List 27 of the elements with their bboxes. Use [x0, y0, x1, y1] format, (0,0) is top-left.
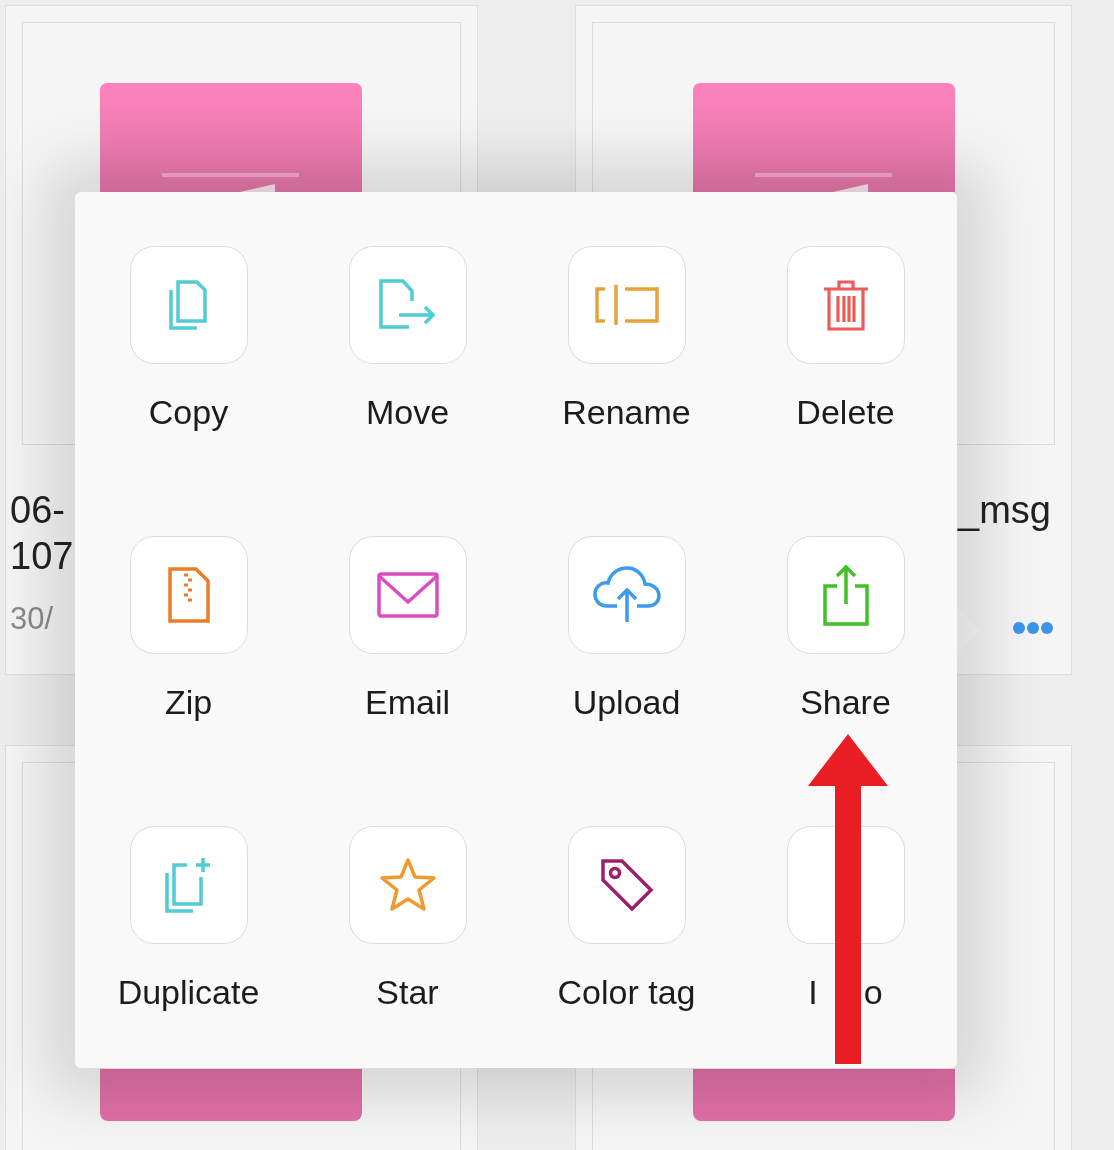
file-date: 30/ — [10, 601, 55, 637]
text-cursor-icon — [594, 284, 659, 326]
file-arrow-icon — [378, 279, 437, 331]
action-button[interactable]: Share — [736, 536, 955, 826]
action-button[interactable]: Color tag — [517, 826, 736, 1116]
trash-icon — [822, 279, 869, 331]
action-button[interactable]: Copy — [79, 246, 298, 536]
action-button[interactable]: Zip — [79, 536, 298, 826]
action-button[interactable]: Upload — [517, 536, 736, 826]
file-name: 107 — [10, 534, 75, 579]
action-button[interactable]: Duplicate — [79, 826, 298, 1116]
action-button[interactable]: Rename — [517, 246, 736, 536]
tag-icon — [599, 858, 654, 912]
action-button[interactable]: Star — [298, 826, 517, 1116]
zip-file-icon — [167, 567, 210, 623]
star-icon — [378, 857, 437, 913]
file-name: _msg — [956, 488, 1051, 533]
action-button[interactable]: Delete — [736, 246, 955, 536]
share-icon — [822, 564, 869, 626]
email-icon — [376, 572, 439, 618]
duplicate-icon — [164, 857, 213, 913]
file-name: 06- — [10, 488, 66, 533]
action-button[interactable]: Email — [298, 536, 517, 826]
copy-icon — [168, 280, 209, 330]
cloud-upload-icon — [592, 566, 661, 624]
more-icon[interactable] — [1012, 621, 1054, 635]
action-button[interactable]: Move — [298, 246, 517, 536]
